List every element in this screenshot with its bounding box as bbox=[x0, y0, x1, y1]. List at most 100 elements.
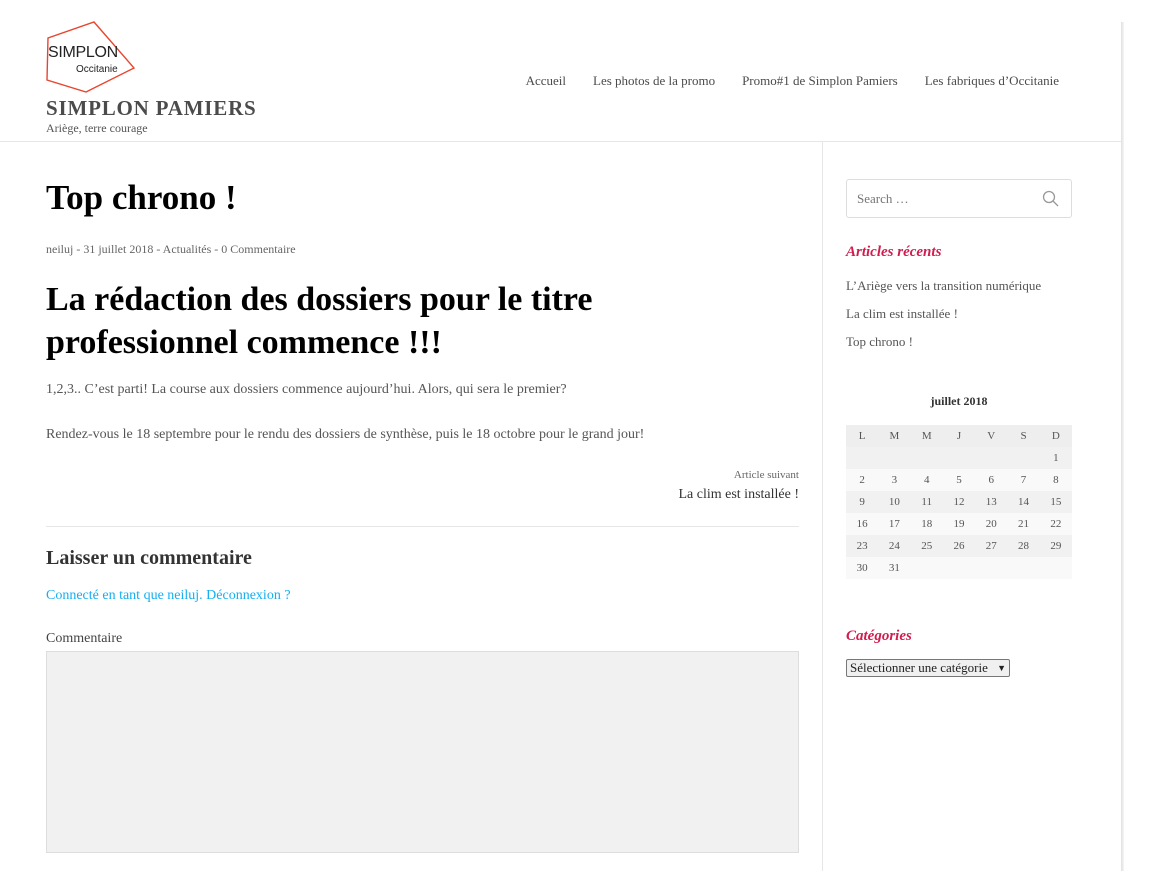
recent-post-link[interactable]: Top chrono ! bbox=[846, 334, 913, 349]
category-select-value: Sélectionner une catégorie bbox=[850, 660, 988, 675]
calendar-day bbox=[910, 447, 943, 469]
recent-posts-title: Articles récents bbox=[846, 244, 942, 260]
search-box bbox=[846, 179, 1072, 218]
categories-title: Catégories bbox=[846, 628, 912, 644]
calendar-day bbox=[846, 447, 879, 469]
logo-subtext: Occitanie bbox=[76, 64, 118, 75]
recent-post-link[interactable]: La clim est installée ! bbox=[846, 306, 958, 321]
calendar-day-header: S bbox=[1007, 425, 1040, 447]
calendar-week-row: 16 17 18 19 20 21 22 bbox=[846, 513, 1072, 535]
category-select[interactable]: Sélectionner une catégorie ▼ bbox=[846, 659, 1010, 677]
calendar-day-header: M bbox=[878, 425, 911, 447]
post-title: Top chrono ! bbox=[46, 178, 237, 217]
calendar-day bbox=[975, 557, 1008, 579]
calendar-day: 17 bbox=[878, 513, 911, 535]
calendar-day-header: V bbox=[975, 425, 1008, 447]
site-title[interactable]: SIMPLON PAMIERS bbox=[46, 96, 257, 121]
recent-post-link[interactable]: L’Ariège vers la transition numérique bbox=[846, 278, 1041, 293]
calendar-day: 29 bbox=[1039, 535, 1072, 557]
calendar-day bbox=[878, 447, 911, 469]
calendar-week-row: 9 10 11 12 13 14 15 bbox=[846, 491, 1072, 513]
calendar-day: 21 bbox=[1007, 513, 1040, 535]
calendar-day: 15 bbox=[1039, 491, 1072, 513]
recent-post-item: La clim est installée ! bbox=[846, 306, 1041, 334]
post-heading: La rédaction des dossiers pour le titre … bbox=[46, 281, 593, 361]
calendar-day bbox=[1007, 447, 1040, 469]
calendar-day bbox=[1039, 557, 1072, 579]
post-paragraph: Rendez-vous le 18 septembre pour le rend… bbox=[46, 427, 645, 442]
next-post-link[interactable]: La clim est installée ! bbox=[678, 487, 799, 503]
calendar-week-row: 2345678 bbox=[846, 469, 1072, 491]
search-input[interactable] bbox=[857, 191, 1027, 207]
calendar-day: 12 bbox=[942, 491, 976, 513]
calendar-day bbox=[1007, 557, 1040, 579]
calendar-day: 16 bbox=[846, 513, 879, 535]
calendar-day bbox=[942, 557, 976, 579]
recent-post-item: L’Ariège vers la transition numérique bbox=[846, 278, 1041, 306]
calendar-header-row: L M M J V S D bbox=[846, 425, 1072, 447]
recent-post-item: Top chrono ! bbox=[846, 334, 1041, 362]
comment-section-title: Laisser un commentaire bbox=[46, 547, 252, 569]
post-meta: neiluj - 31 juillet 2018 - Actualités - … bbox=[46, 242, 296, 256]
nav-item-accueil[interactable]: Accueil bbox=[526, 73, 566, 89]
calendar-day: 23 bbox=[846, 535, 879, 557]
calendar-day: 4 bbox=[910, 469, 943, 491]
comment-textarea[interactable] bbox=[46, 651, 799, 853]
nav-item-photos[interactable]: Les photos de la promo bbox=[593, 73, 715, 89]
calendar-day: 30 bbox=[846, 557, 879, 579]
site-logo[interactable]: SIMPLON Occitanie bbox=[44, 20, 138, 94]
divider bbox=[46, 526, 799, 527]
calendar-week-row: 23 24 25 26 27 28 29 bbox=[846, 535, 1072, 557]
calendar-day: 25 bbox=[910, 535, 943, 557]
calendar-day-header: L bbox=[846, 425, 879, 447]
page: SIMPLON Occitanie SIMPLON PAMIERS Ariège… bbox=[0, 0, 1121, 871]
calendar-day-header: D bbox=[1039, 425, 1072, 447]
calendar-day: 14 bbox=[1007, 491, 1040, 513]
recent-posts-list: L’Ariège vers la transition numérique La… bbox=[846, 278, 1041, 362]
calendar-day: 13 bbox=[975, 491, 1008, 513]
calendar-day: 31 bbox=[878, 557, 911, 579]
calendar-title: juillet 2018 bbox=[930, 394, 988, 408]
calendar-day-header: M bbox=[910, 425, 943, 447]
calendar-week-row: 30 31 bbox=[846, 557, 1072, 579]
calendar-day: 24 bbox=[878, 535, 911, 557]
calendar-day bbox=[910, 557, 943, 579]
logo-text: SIMPLON bbox=[48, 44, 118, 61]
calendar-body: 1 2 3 4 5 6 7 8 9 10 11 12 13 14 15 16 17 18 19 20 21 22 23 24 2… bbox=[846, 447, 1072, 579]
calendar-day: 20 bbox=[975, 513, 1008, 535]
page-shadow bbox=[1121, 22, 1124, 871]
calendar-day-header: J bbox=[942, 425, 976, 447]
next-post-label: Article suivant bbox=[733, 469, 799, 481]
calendar-day: 9 bbox=[846, 491, 879, 513]
calendar-day: 1 bbox=[1039, 447, 1072, 469]
calendar-day: 6 bbox=[975, 469, 1008, 491]
calendar-day: 2 bbox=[846, 469, 879, 491]
calendar-day: 26 bbox=[942, 535, 976, 557]
site-tagline: Ariège, terre courage bbox=[46, 121, 148, 135]
calendar-day: 5 bbox=[942, 469, 976, 491]
calendar-day: 3 bbox=[878, 469, 911, 491]
site-header: SIMPLON Occitanie SIMPLON PAMIERS Ariège… bbox=[0, 0, 1121, 142]
calendar: L M M J V S D 1 2 3 4 5 6 7 8 9 10 11 12 13 14 15 16 17 1… bbox=[846, 425, 1072, 579]
search-icon[interactable] bbox=[1042, 190, 1059, 207]
post-paragraph: 1,2,3.. C’est parti! La course aux dossi… bbox=[46, 382, 567, 397]
calendar-day: 27 bbox=[975, 535, 1008, 557]
sidebar-divider bbox=[822, 142, 823, 871]
nav-item-fabriques[interactable]: Les fabriques d’Occitanie bbox=[925, 73, 1059, 89]
nav-item-promo[interactable]: Promo#1 de Simplon Pamiers bbox=[742, 73, 898, 89]
dropdown-arrow-icon: ▼ bbox=[997, 663, 1006, 673]
calendar-day: 11 bbox=[910, 491, 943, 513]
comment-label: Commentaire bbox=[46, 631, 123, 646]
calendar-day bbox=[975, 447, 1008, 469]
calendar-day: 8 bbox=[1039, 469, 1072, 491]
calendar-day: 18 bbox=[910, 513, 943, 535]
calendar-day bbox=[942, 447, 976, 469]
logged-in-link[interactable]: Connecté en tant que neiluj. Déconnexion… bbox=[46, 588, 291, 604]
calendar-day: 22 bbox=[1039, 513, 1072, 535]
calendar-week-row: 1 bbox=[846, 447, 1072, 469]
main-nav: Accueil Les photos de la promo Promo#1 d… bbox=[499, 73, 1059, 89]
calendar-day: 7 bbox=[1007, 469, 1040, 491]
calendar-day: 10 bbox=[878, 491, 911, 513]
calendar-day: 28 bbox=[1007, 535, 1040, 557]
calendar-day: 19 bbox=[942, 513, 976, 535]
